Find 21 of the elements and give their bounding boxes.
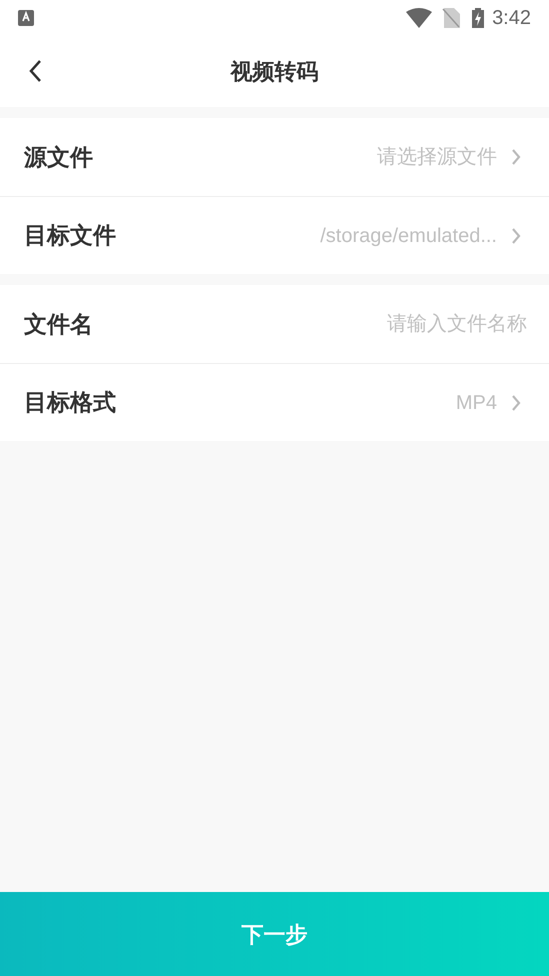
- chevron-right-icon: [511, 226, 521, 244]
- field-label: 源文件: [24, 142, 93, 172]
- select-row[interactable]: 目标格式 MP4: [0, 363, 549, 441]
- field-value: 请选择源文件: [377, 145, 497, 170]
- field-label: 目标文件: [24, 221, 116, 250]
- page-title: 视频转码: [230, 58, 318, 86]
- field-value: MP4: [456, 390, 497, 416]
- chevron-right-icon: [511, 394, 521, 412]
- field-value: /storage/emulated...: [320, 224, 497, 248]
- file-name-input[interactable]: 请输入文件名称: [267, 309, 527, 339]
- back-icon[interactable]: [28, 59, 42, 83]
- field-label: 目标格式: [24, 388, 116, 418]
- battery-charging-icon: [472, 8, 484, 28]
- field-label: 文件名: [24, 310, 93, 339]
- keyboard-app-icon: [18, 10, 34, 26]
- chevron-right-icon: [511, 148, 521, 166]
- select-row[interactable]: 目标文件 /storage/emulated...: [0, 196, 549, 274]
- wifi-icon: [406, 8, 432, 28]
- status-time: 3:42: [492, 6, 531, 31]
- no-sim-icon: [442, 8, 460, 28]
- select-row[interactable]: 源文件 请选择源文件: [0, 118, 549, 196]
